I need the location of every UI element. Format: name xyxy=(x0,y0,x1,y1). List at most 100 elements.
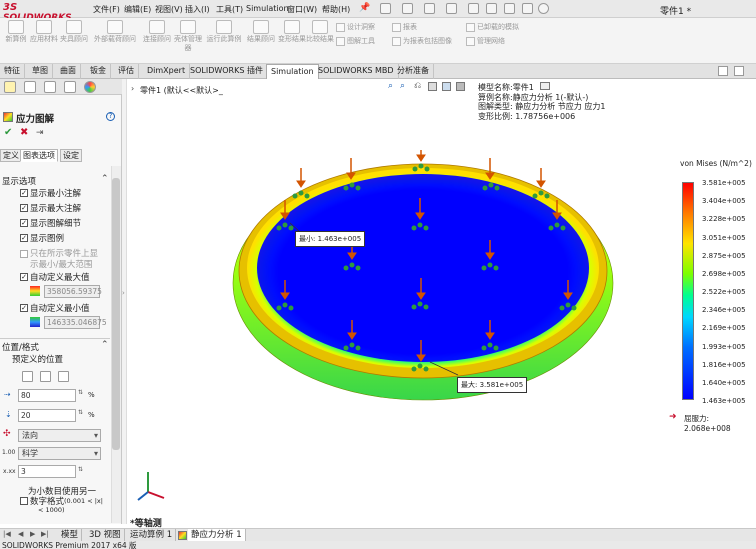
menu-view[interactable]: 视图(V) xyxy=(155,4,183,15)
section-view-icon[interactable] xyxy=(428,82,437,91)
tab-scroll-next-icon[interactable]: ▶ xyxy=(30,530,35,538)
cancel-x-icon[interactable]: ✖ xyxy=(20,127,28,138)
display-style-icon[interactable] xyxy=(456,82,465,91)
tab-static-study[interactable]: 静应力分析 1 xyxy=(188,529,246,541)
config-manager-tab-icon[interactable] xyxy=(44,81,56,93)
apply-material-button[interactable]: 应用材料 xyxy=(30,20,58,44)
checkbox-show-max[interactable]: ✓ xyxy=(20,204,28,212)
menu-window[interactable]: 窗口(W) xyxy=(287,4,317,15)
zoom-fit-icon[interactable]: ⌕ xyxy=(388,81,393,91)
decimals-field[interactable]: 3 xyxy=(18,465,76,478)
tab-evaluate[interactable]: 评估 xyxy=(114,64,139,79)
collapse-chevron-icon-2[interactable]: ⌃ xyxy=(101,340,109,350)
view-orientation-icon[interactable] xyxy=(442,82,451,91)
tab-sw-mbd[interactable]: SOLIDWORKS MBD xyxy=(314,64,399,79)
auto-max-field[interactable]: 358056.59375 xyxy=(44,285,102,298)
menu-file[interactable]: 文件(F) xyxy=(93,4,120,15)
x-position-field[interactable]: 80 xyxy=(18,389,76,402)
deformed-result-button[interactable]: 变形结果 xyxy=(278,20,306,44)
menu-help[interactable]: 帮助(H) xyxy=(322,4,350,15)
checkbox-only-shown-parts[interactable] xyxy=(20,250,28,258)
menu-simulation[interactable]: Simulation xyxy=(246,4,289,13)
subtab-definition[interactable]: 定义 xyxy=(0,149,22,162)
menu-tools[interactable]: 工具(T) xyxy=(216,4,243,15)
pushpin-icon[interactable]: ⇥ xyxy=(36,128,44,138)
offloaded-sim-button[interactable]: 已卸载的模拟 xyxy=(466,22,519,32)
print-icon[interactable] xyxy=(446,3,457,14)
stress-plot-model[interactable] xyxy=(230,150,620,410)
rebuild-icon[interactable] xyxy=(504,3,515,14)
options-gear-icon[interactable] xyxy=(538,3,549,14)
tab-features[interactable]: 特征 xyxy=(0,64,25,79)
tab-model[interactable]: 模型 xyxy=(58,529,83,541)
tab-3d-views[interactable]: 3D 视图 xyxy=(86,529,125,541)
max-annotation[interactable]: 最大: 3.581e+005 xyxy=(457,377,528,393)
tab-scroll-last-icon[interactable]: ▶| xyxy=(41,530,49,538)
tab-motion-study[interactable]: 运动算例 1 xyxy=(127,529,177,541)
checkbox-show-details[interactable]: ✓ xyxy=(20,219,28,227)
auto-min-field[interactable]: 146335.046875 xyxy=(44,316,107,329)
feature-manager-tab-icon[interactable] xyxy=(4,81,16,93)
options-icon[interactable] xyxy=(734,66,744,76)
new-doc-icon[interactable] xyxy=(380,3,391,14)
plot-tools-button[interactable]: 图解工具 xyxy=(336,36,375,46)
tab-surfaces[interactable]: 曲面 xyxy=(56,64,81,79)
subtab-chart-options[interactable]: 图表选项 xyxy=(20,149,58,162)
checkbox-show-min[interactable]: ✓ xyxy=(20,189,28,197)
menu-insert[interactable]: 插入(I) xyxy=(185,4,210,15)
previous-view-icon[interactable]: ⎌ xyxy=(414,81,421,91)
tab-scroll-first-icon[interactable]: |◀ xyxy=(3,530,11,538)
manage-network-button[interactable]: 管理网络 xyxy=(466,36,505,46)
tree-expand-icon[interactable]: › xyxy=(131,84,134,93)
new-study-button[interactable]: 新算例 xyxy=(2,20,30,44)
menu-edit[interactable]: 编辑(E) xyxy=(124,4,151,15)
y-position-field[interactable]: 20 xyxy=(18,409,76,422)
tab-analysis-prep[interactable]: 分析准备 xyxy=(393,64,434,79)
feature-tree-root[interactable]: 零件1 (默认<<默认>_ xyxy=(140,85,223,96)
checkbox-show-legend[interactable]: ✓ xyxy=(20,234,28,242)
property-manager-tab-icon[interactable] xyxy=(24,81,36,93)
solidworks-logo[interactable]: 3S SOLIDWORKS xyxy=(3,2,77,23)
panel-scroll-thumb[interactable] xyxy=(112,178,120,450)
expand-arrow-icon[interactable]: › xyxy=(122,289,125,297)
subtab-settings[interactable]: 设定 xyxy=(60,149,82,162)
position-top-left-icon[interactable] xyxy=(22,371,33,382)
pin-icon[interactable]: 📌 xyxy=(359,3,370,13)
compare-results-button[interactable]: 比较结果 xyxy=(306,20,334,44)
tab-sketch[interactable]: 草图 xyxy=(28,64,53,79)
include-image-button[interactable]: 为报表包括图像 xyxy=(392,36,452,46)
ok-check-icon[interactable]: ✔ xyxy=(4,127,12,138)
section-position-format[interactable]: 位置/格式 xyxy=(2,341,39,353)
checkbox-small-numbers[interactable] xyxy=(20,497,28,505)
tab-sw-addins[interactable]: SOLIDWORKS 插件 xyxy=(186,64,268,79)
tab-sheet-metal[interactable]: 钣金 xyxy=(86,64,111,79)
legend-color-bar[interactable] xyxy=(682,182,694,400)
zoom-area-icon[interactable]: ⌕ xyxy=(400,81,405,91)
min-annotation[interactable]: 最小: 1.463e+005 xyxy=(295,231,366,247)
open-icon[interactable] xyxy=(402,3,413,14)
checkbox-auto-min[interactable]: ✓ xyxy=(20,304,28,312)
connection-advisor-button[interactable]: 连接顾问 xyxy=(140,20,174,44)
tab-simulation[interactable]: Simulation xyxy=(266,64,319,79)
section-display-options[interactable]: 显示选项 xyxy=(2,175,36,187)
design-insight-button[interactable]: 设计洞察 xyxy=(336,22,375,32)
position-bottom-icon[interactable] xyxy=(58,371,69,382)
dimxpert-tab-icon[interactable] xyxy=(64,81,76,93)
results-advisor-button[interactable]: 结果顾问 xyxy=(246,20,276,44)
position-top-right-icon[interactable] xyxy=(40,371,51,382)
select-icon[interactable] xyxy=(486,3,497,14)
x-spinner-icon[interactable]: ⇅ xyxy=(78,389,83,396)
number-format-dropdown[interactable]: 科学 xyxy=(18,447,101,460)
file-props-icon[interactable] xyxy=(522,3,533,14)
tab-dimxpert[interactable]: DimXpert xyxy=(143,64,191,79)
y-spinner-icon[interactable]: ⇅ xyxy=(78,409,83,416)
shell-manager-button[interactable]: 壳体管理器 xyxy=(174,20,202,53)
fixture-advisor-button[interactable]: 夹具顾问 xyxy=(58,20,90,44)
display-manager-tab-icon[interactable] xyxy=(84,81,96,93)
orientation-dropdown[interactable]: 法向 xyxy=(18,429,101,442)
report-button[interactable]: 报表 xyxy=(392,22,417,32)
checkbox-auto-max[interactable]: ✓ xyxy=(20,273,28,281)
run-study-button[interactable]: 运行此算例 xyxy=(204,20,244,44)
decimals-spinner-icon[interactable]: ⇅ xyxy=(78,466,83,473)
tab-scroll-prev-icon[interactable]: ◀ xyxy=(18,530,23,538)
